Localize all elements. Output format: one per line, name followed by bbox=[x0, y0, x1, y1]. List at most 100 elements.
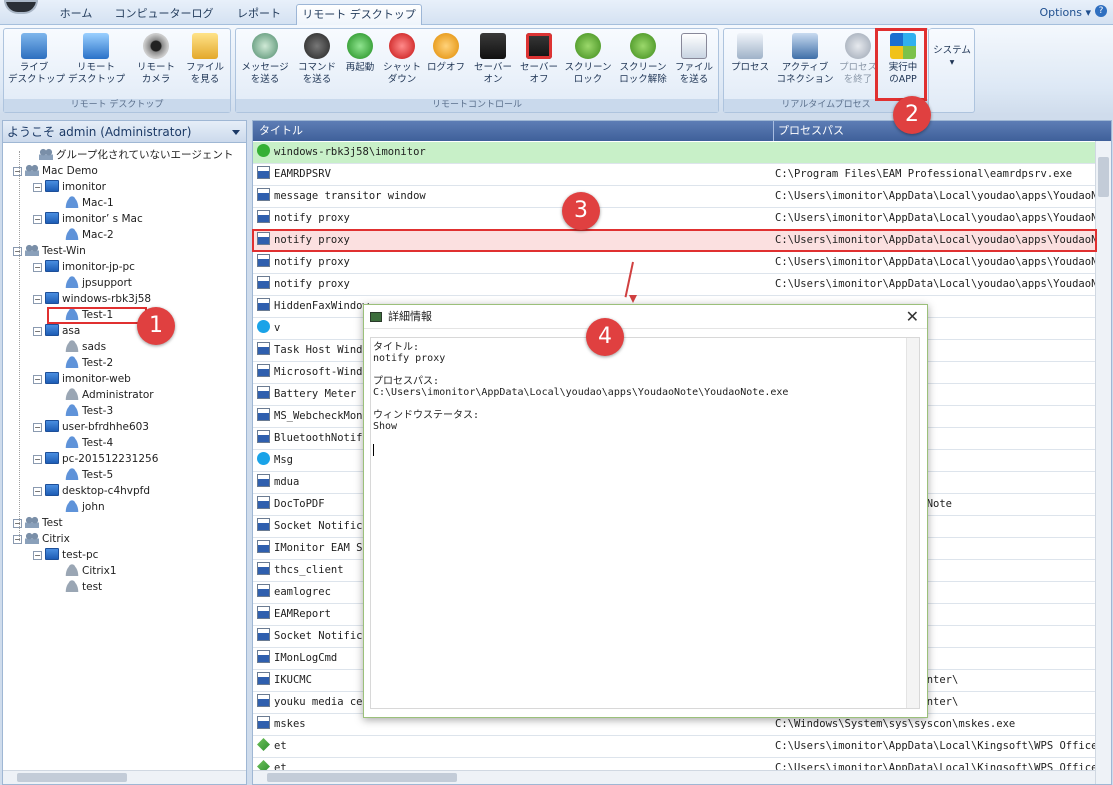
welcome-header[interactable]: ようこそ admin (Administrator) bbox=[3, 121, 246, 143]
tree-expander[interactable]: − bbox=[33, 423, 42, 432]
saver-on-button[interactable]: セーバー オン bbox=[472, 33, 514, 86]
tree-node[interactable]: imonitor-jp-pc bbox=[45, 259, 135, 275]
tree-expander[interactable]: − bbox=[13, 535, 22, 544]
tab-home[interactable]: ホーム bbox=[52, 4, 100, 25]
monitor-icon bbox=[21, 33, 47, 59]
remote-desktop-button[interactable]: リモート デスクトップ bbox=[68, 33, 125, 86]
tree-expander[interactable]: − bbox=[33, 327, 42, 336]
arrow-head bbox=[629, 295, 637, 303]
grid-horizontal-scrollbar[interactable] bbox=[253, 770, 1095, 784]
tree-expander[interactable]: − bbox=[13, 519, 22, 528]
column-process-path[interactable]: プロセスパス bbox=[773, 121, 844, 141]
live-desktop-button[interactable]: ライブ デスクトップ bbox=[8, 33, 65, 86]
saver-off-button[interactable]: セーバー オフ bbox=[518, 33, 560, 86]
tree-node[interactable]: Administrator bbox=[65, 387, 154, 403]
send-message-button[interactable]: メッセージ を送る bbox=[240, 33, 290, 86]
tree-node[interactable]: sads bbox=[65, 339, 106, 355]
tree-node[interactable]: グループ化されていないエージェント bbox=[39, 147, 233, 163]
tree-node[interactable]: Mac-2 bbox=[65, 227, 114, 243]
scroll-thumb[interactable] bbox=[17, 773, 127, 782]
table-row[interactable]: message transitor window C:\Users\imonito… bbox=[253, 186, 1095, 208]
cell-title: windows-rbk3j58\imonitor bbox=[257, 142, 767, 163]
table-row[interactable]: notify proxy C:\Users\imonitor\AppData\Lo… bbox=[253, 252, 1095, 274]
tree-node[interactable]: imonitor-web bbox=[45, 371, 131, 387]
tree-expander[interactable]: − bbox=[13, 167, 22, 176]
logoff-button[interactable]: ログオフ bbox=[426, 33, 466, 74]
button-label: を送る bbox=[250, 74, 280, 85]
tree-expander[interactable]: − bbox=[33, 295, 42, 304]
tree-node[interactable]: test-pc bbox=[45, 547, 98, 563]
column-title[interactable]: タイトル bbox=[259, 121, 303, 141]
tree-node[interactable]: imonitor’ s Mac bbox=[45, 211, 143, 227]
process-button[interactable]: プロセス bbox=[728, 33, 772, 74]
shutdown-button[interactable]: シャット ダウン bbox=[382, 33, 422, 86]
restart-button[interactable]: 再起動 bbox=[342, 33, 378, 74]
tree-expander[interactable]: − bbox=[33, 551, 42, 560]
system-button[interactable]: システム ▾ bbox=[931, 45, 973, 69]
options-menu[interactable]: Options ▾ bbox=[1040, 6, 1091, 19]
tree-node[interactable]: Mac-1 bbox=[65, 195, 114, 211]
button-label: ロック解除 bbox=[619, 74, 667, 85]
remote-camera-button[interactable]: リモート カメラ bbox=[134, 33, 178, 86]
dialog-scrollbar[interactable] bbox=[906, 338, 919, 708]
active-connection-button[interactable]: アクティブ コネクション bbox=[774, 33, 836, 86]
scroll-thumb[interactable] bbox=[1098, 157, 1109, 197]
detail-textarea[interactable]: タイトル: notify proxy プロセスパス: C:\Users\imon… bbox=[370, 337, 920, 709]
cell-title-text: IMonLogCmd bbox=[274, 652, 338, 664]
tree-node[interactable]: Test bbox=[25, 515, 63, 531]
send-command-button[interactable]: コマンド を送る bbox=[294, 33, 340, 86]
scroll-thumb[interactable] bbox=[267, 773, 457, 782]
table-row[interactable]: et C:\Users\imonitor\AppData\Local\Kingso… bbox=[253, 736, 1095, 758]
table-row[interactable]: EAMRDPSRV C:\Program Files\EAM Profession… bbox=[253, 164, 1095, 186]
close-icon[interactable]: ✕ bbox=[906, 305, 919, 329]
tree-expander[interactable]: − bbox=[33, 263, 42, 272]
cell-title-text: IKUCMC bbox=[274, 674, 312, 686]
table-row[interactable]: windows-rbk3j58\imonitor bbox=[253, 142, 1095, 164]
send-file-button[interactable]: ファイル を送る bbox=[672, 33, 716, 86]
tree-node[interactable]: user-bfrdhhe603 bbox=[45, 419, 149, 435]
tab-report[interactable]: レポート bbox=[228, 4, 290, 25]
tree-node[interactable]: pc-201512231256 bbox=[45, 451, 158, 467]
help-icon[interactable]: ? bbox=[1095, 5, 1107, 17]
tree-node[interactable]: Test-5 bbox=[65, 467, 113, 483]
tree-node[interactable]: Mac Demo bbox=[25, 163, 98, 179]
tree-node[interactable]: Test-2 bbox=[65, 355, 113, 371]
cell-title-text: EAMReport bbox=[274, 608, 331, 620]
tree-horizontal-scrollbar[interactable] bbox=[3, 770, 246, 784]
screen-lock-button[interactable]: スクリーン ロック bbox=[562, 33, 614, 86]
cell-process-path: C:\Users\imonitor\AppData\Local\youdao\a… bbox=[775, 190, 1095, 202]
tab-remote-desktop[interactable]: リモート デスクトップ bbox=[296, 4, 422, 25]
tree-node-label: john bbox=[82, 501, 105, 513]
tree-expander[interactable]: − bbox=[33, 375, 42, 384]
tree-expander[interactable]: − bbox=[33, 215, 42, 224]
tree-expander[interactable]: − bbox=[13, 247, 22, 256]
tree-node[interactable]: Test-3 bbox=[65, 403, 113, 419]
app-logo-icon[interactable] bbox=[4, 0, 38, 14]
tree-node[interactable]: asa bbox=[45, 323, 80, 339]
tree-expander[interactable]: − bbox=[33, 487, 42, 496]
end-process-button[interactable]: プロセス を終了 bbox=[836, 33, 880, 86]
tab-computer-log[interactable]: コンピューターログ bbox=[108, 4, 220, 25]
tree-node[interactable]: Citrix bbox=[25, 531, 70, 547]
table-row[interactable]: notify proxy C:\Users\imonitor\AppData\Lo… bbox=[253, 208, 1095, 230]
tree-node[interactable]: imonitor bbox=[45, 179, 106, 195]
tree-node[interactable]: jpsupport bbox=[65, 275, 132, 291]
screen-unlock-button[interactable]: スクリーン ロック解除 bbox=[616, 33, 670, 86]
tree-node[interactable]: Test-4 bbox=[65, 435, 113, 451]
tree-node[interactable]: desktop-c4hvpfd bbox=[45, 483, 150, 499]
badge-4: 4 bbox=[586, 318, 624, 356]
view-files-button[interactable]: ファイル を見る bbox=[182, 33, 228, 86]
window-icon bbox=[257, 188, 270, 201]
tree-node[interactable]: john bbox=[65, 499, 105, 515]
table-row[interactable]: notify proxy C:\Users\imonitor\AppData\Lo… bbox=[253, 274, 1095, 296]
tree-node[interactable]: Citrix1 bbox=[65, 563, 117, 579]
tree-expander[interactable]: − bbox=[33, 183, 42, 192]
tree-expander[interactable]: − bbox=[33, 455, 42, 464]
chevron-down-icon[interactable] bbox=[232, 130, 240, 135]
tree-node[interactable]: Test-Win bbox=[25, 243, 86, 259]
grid-vertical-scrollbar[interactable] bbox=[1095, 141, 1111, 784]
tree-node[interactable]: windows-rbk3j58 bbox=[45, 291, 151, 307]
user-icon bbox=[65, 196, 79, 208]
tree-node[interactable]: test bbox=[65, 579, 102, 595]
online-status-icon bbox=[257, 144, 270, 157]
